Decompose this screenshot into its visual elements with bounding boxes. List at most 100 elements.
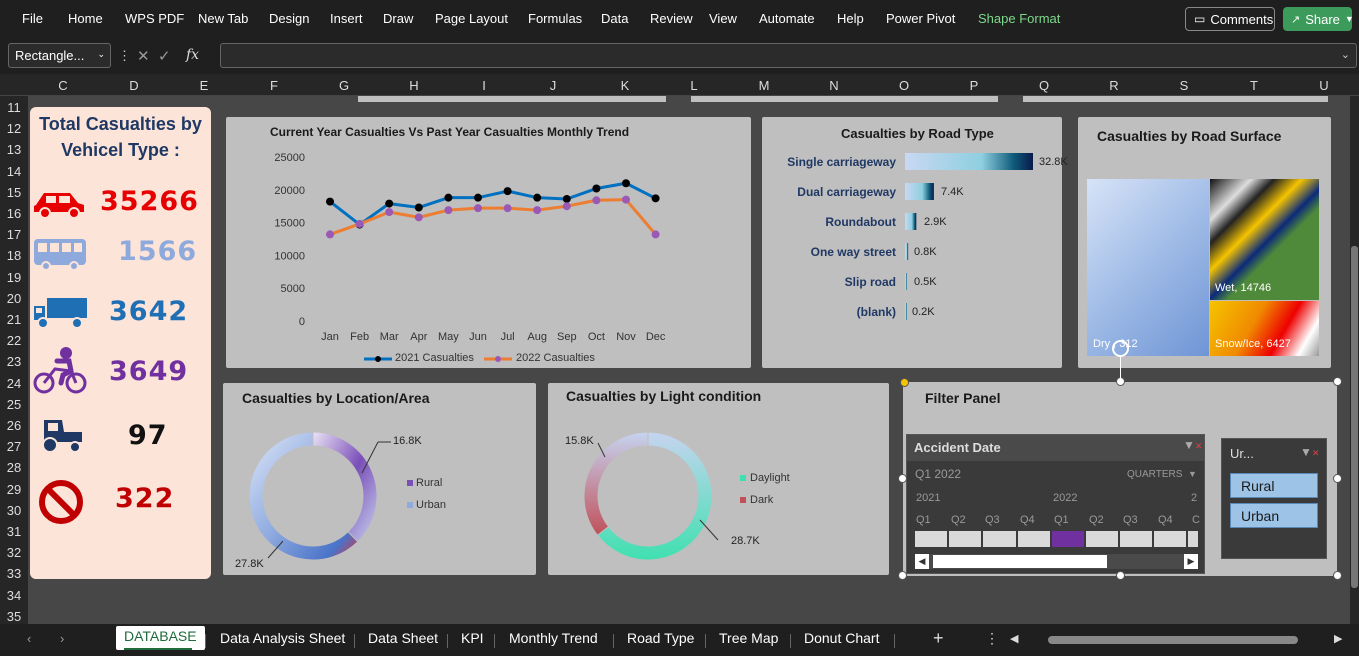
chevron-down-icon[interactable]: ▼ [1188,469,1197,479]
column-header[interactable]: U [1314,78,1334,93]
row-header[interactable]: 17 [0,227,28,242]
name-box[interactable]: Rectangle... ⌄ [8,43,111,68]
scroll-left-icon[interactable]: ◀ [915,554,929,569]
row-header[interactable]: 26 [0,418,28,433]
column-header[interactable]: T [1244,78,1264,93]
menu-wps-pdf[interactable]: WPS PDF [125,11,184,26]
treemap-dry[interactable]: Dry , 312 [1087,179,1209,356]
row-header[interactable]: 14 [0,164,28,179]
row-header[interactable]: 23 [0,354,28,369]
column-header[interactable]: R [1104,78,1124,93]
selection-handle[interactable] [1333,571,1342,580]
tab-scroll-left-icon[interactable]: ‹ [27,631,31,646]
row-header[interactable]: 28 [0,460,28,475]
accident-date-timeline[interactable]: Accident Date ▼✕ Q1 2022 QUARTERS ▼ 2021… [906,434,1205,574]
menu-data[interactable]: Data [601,11,628,26]
row-header[interactable]: 24 [0,376,28,391]
column-header[interactable]: Q [1034,78,1054,93]
timeline-cell[interactable] [1085,531,1119,547]
timeline-cell[interactable] [1188,531,1199,547]
column-header[interactable]: F [264,78,284,93]
tab-data-analysis-sheet[interactable]: Data Analysis Sheet [220,630,345,646]
column-header[interactable]: K [615,78,635,93]
tab-road-type[interactable]: Road Type [627,630,694,646]
row-header[interactable]: 27 [0,439,28,454]
column-header[interactable]: E [194,78,214,93]
treemap-snow[interactable]: Snow/Ice, 6427 [1210,301,1319,356]
column-header[interactable]: H [404,78,424,93]
column-header[interactable]: G [334,78,354,93]
menu-shape-format[interactable]: Shape Format [978,11,1060,26]
column-header[interactable]: D [124,78,144,93]
slicer-item-rural[interactable]: Rural [1230,473,1318,498]
menu-home[interactable]: Home [68,11,103,26]
menu-insert[interactable]: Insert [330,11,363,26]
timeline-cell[interactable] [1154,531,1187,547]
row-header[interactable]: 25 [0,397,28,412]
menu-design[interactable]: Design [269,11,309,26]
formula-input[interactable]: ⌄ [220,43,1357,68]
row-header[interactable]: 33 [0,566,28,581]
timeline-cell[interactable] [915,531,948,547]
row-header[interactable]: 31 [0,524,28,539]
insert-function-icon[interactable]: fx [186,47,199,63]
row-header[interactable]: 13 [0,142,28,157]
column-header[interactable]: P [964,78,984,93]
row-header[interactable]: 34 [0,588,28,603]
add-sheet-icon[interactable]: + [933,628,944,649]
row-header[interactable]: 21 [0,312,28,327]
row-header[interactable]: 22 [0,333,28,348]
row-header[interactable]: 19 [0,270,28,285]
cancel-icon[interactable]: ✕ [137,47,150,65]
selection-handle[interactable] [1333,474,1342,483]
light-condition-card[interactable]: Casualties by Light condition 15.8K 28.7… [548,383,889,575]
menu-new-tab[interactable]: New Tab [198,11,248,26]
menu-formulas[interactable]: Formulas [528,11,582,26]
row-header[interactable]: 30 [0,503,28,518]
row-header[interactable]: 18 [0,248,28,263]
row-header[interactable]: 29 [0,482,28,497]
selection-handle[interactable] [898,474,907,483]
tab-database[interactable]: DATABASE [116,626,205,650]
treemap-wet[interactable]: Wet, 14746 [1210,179,1319,300]
timeline-level[interactable]: QUARTERS [1127,469,1182,480]
timeline-cell[interactable] [983,531,1016,547]
hscroll-right-icon[interactable]: ▶ [1334,632,1342,645]
slicer-item-urban[interactable]: Urban [1230,503,1318,528]
timeline-cell[interactable] [949,531,982,547]
menu-view[interactable]: View [709,11,737,26]
timeline-cell[interactable] [1120,531,1153,547]
row-header[interactable]: 12 [0,121,28,136]
tab-scroll-right-icon[interactable]: › [60,631,64,646]
enter-icon[interactable]: ✓ [158,47,171,65]
column-header[interactable]: M [754,78,774,93]
column-header[interactable]: I [474,78,494,93]
menu-page-layout[interactable]: Page Layout [435,11,508,26]
scrollbar-thumb[interactable] [1351,246,1358,588]
row-header[interactable]: 11 [0,100,28,115]
menu-power-pivot[interactable]: Power Pivot [886,11,955,26]
timeline-cell[interactable] [1017,531,1050,547]
share-button[interactable]: ↗ Share ▼ [1283,7,1354,31]
column-header[interactable]: J [543,78,563,93]
timeline-scrollbar[interactable]: ◀ ▶ [915,554,1198,569]
timeline-bar[interactable] [915,531,1199,547]
tab-monthly-trend[interactable]: Monthly Trend [509,630,598,646]
row-header[interactable]: 35 [0,609,28,624]
menu-automate[interactable]: Automate [759,11,815,26]
more-options-icon[interactable]: ⋮ [985,630,999,647]
filter-panel[interactable]: Filter Panel Accident Date ▼✕ Q1 2022 QU… [903,382,1337,576]
menu-draw[interactable]: Draw [383,11,413,26]
vertical-scrollbar[interactable] [1350,96,1359,624]
row-header[interactable]: 16 [0,206,28,221]
selection-handle[interactable] [1333,377,1342,386]
tab-kpi[interactable]: KPI [461,630,484,646]
rotate-handle-icon[interactable] [1112,340,1129,357]
row-header[interactable]: 32 [0,545,28,560]
row-header[interactable]: 20 [0,291,28,306]
clear-filter-icon[interactable]: ▼✕ [1183,438,1202,452]
row-header[interactable]: 15 [0,185,28,200]
monthly-trend-card[interactable]: Current Year Casualties Vs Past Year Cas… [226,117,751,368]
column-header[interactable]: O [894,78,914,93]
urban-rural-slicer[interactable]: Ur... ▼✕ Rural Urban [1221,438,1327,559]
